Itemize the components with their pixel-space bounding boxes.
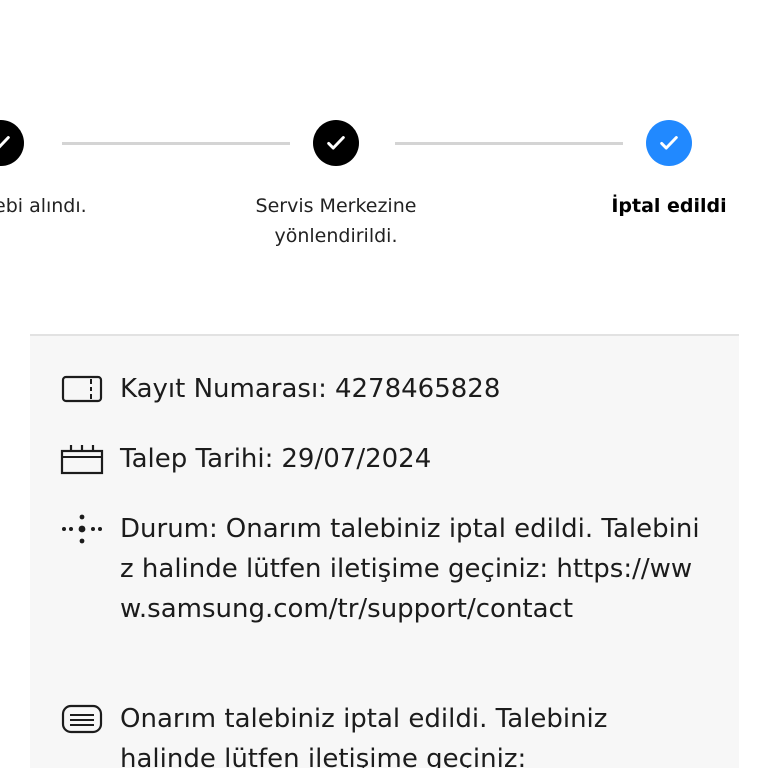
message-icon — [60, 699, 104, 739]
step-2-check-icon — [313, 120, 359, 166]
step-2-label: Servis Merkezine yönlendirildi. — [236, 191, 436, 251]
record-number-value: 4278465828 — [334, 374, 501, 404]
status-label: Durum: — [120, 514, 218, 544]
calendar-icon — [60, 439, 104, 479]
ticket-icon — [60, 369, 104, 409]
request-date-row: Talep Tarihi: 29/07/2024 — [60, 439, 720, 479]
request-date-label: Talep Tarihi: — [120, 444, 274, 474]
note-text: Onarım talebiniz iptal edildi. Talebiniz… — [120, 704, 608, 768]
request-date-value: 29/07/2024 — [281, 444, 432, 474]
status-dots-icon — [60, 509, 104, 549]
status-row: Durum: Onarım talebiniz iptal edildi. Tal… — [60, 509, 720, 629]
record-number-row: Kayıt Numarası: 4278465828 — [60, 369, 720, 409]
step-3-check-icon — [646, 120, 692, 166]
step-1-label: ebi alındı. — [0, 195, 87, 217]
record-number-label: Kayıt Numarası: — [120, 374, 327, 404]
note-row: Onarım talebiniz iptal edildi. Talebiniz… — [60, 699, 720, 768]
repair-status-page: ebi alındı. Servis Merkezine yönlendiril… — [0, 0, 768, 768]
step-connector-2 — [395, 142, 623, 145]
step-2-label-line2: yönlendirildi. — [274, 225, 398, 247]
step-connector-1 — [62, 142, 290, 145]
step-3-label: İptal edildi — [611, 195, 727, 217]
step-1-check-icon — [0, 120, 24, 166]
request-details-card: Kayıt Numarası: 4278465828 Talep Tarihi: 2… — [30, 334, 739, 768]
step-2-label-line1: Servis Merkezine — [255, 195, 417, 217]
